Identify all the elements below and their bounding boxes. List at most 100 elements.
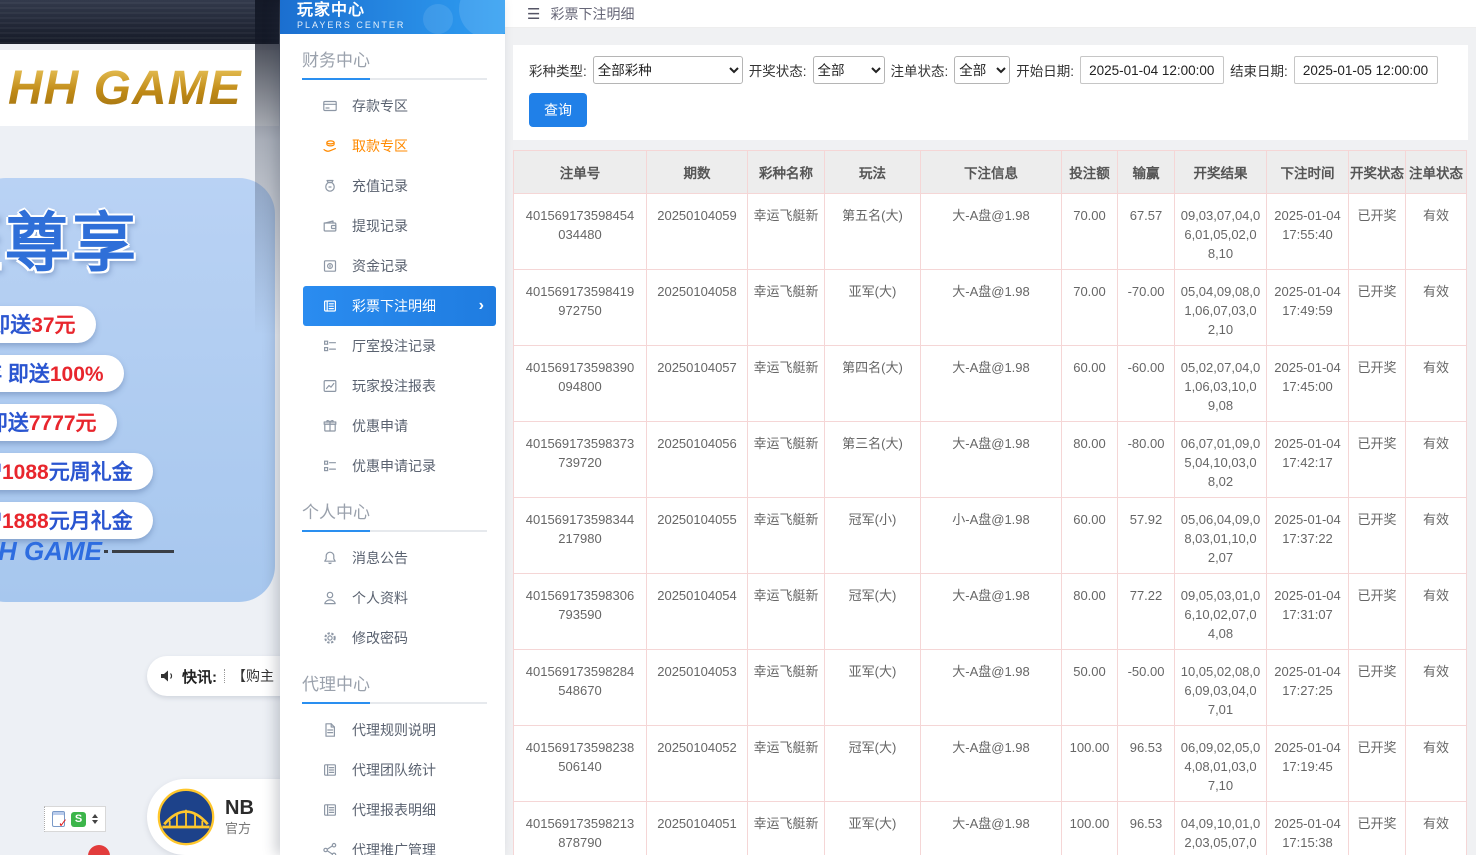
- sidebar-item-label: 玩家投注报表: [352, 376, 436, 396]
- sidebar-item[interactable]: 个人资料: [280, 578, 505, 618]
- table-cell: 大-A盘@1.98: [921, 650, 1062, 726]
- table-cell: 60.00: [1062, 498, 1118, 574]
- filter-panel: 彩种类型: 全部彩种 开奖状态: 全部 注单状态: 全部 开始日期: 结束日期:…: [513, 45, 1468, 140]
- section-title: 财务中心: [302, 46, 487, 80]
- sidebar-item[interactable]: 资金记录: [280, 246, 505, 286]
- sidebar-item[interactable]: 充值记录: [280, 166, 505, 206]
- bell-icon: [322, 550, 338, 566]
- table-cell: 20250104053: [647, 650, 748, 726]
- drawer-header: 玩家中心 PLAYERS CENTER: [280, 0, 505, 34]
- bets-table-wrap: 注单号 期数 彩种名称 玩法 下注信息 投注额 输赢 开奖结果 下注时间 开奖状…: [513, 150, 1468, 855]
- table-cell: 小-A盘@1.98: [921, 498, 1062, 574]
- sidebar-item-label: 优惠申请: [352, 416, 408, 436]
- sidebar-item[interactable]: 厅室投注记录: [280, 326, 505, 366]
- col-header: 期数: [647, 151, 748, 194]
- note-check-icon[interactable]: [52, 811, 65, 827]
- table-cell: 70.00: [1062, 194, 1118, 270]
- table-header: 注单号 期数 彩种名称 玩法 下注信息 投注额 输赢 开奖结果 下注时间 开奖状…: [514, 151, 1467, 194]
- table-cell: 亚军(大): [825, 802, 921, 855]
- promo-footer-logo: H GAME: [0, 536, 174, 567]
- sidebar-item[interactable]: 存款专区: [280, 86, 505, 126]
- table-cell: 20250104052: [647, 726, 748, 802]
- table-cell: 第三名(大): [825, 422, 921, 498]
- table-cell: 401569173598344217980: [514, 498, 647, 574]
- browser-extension-toolbar: S: [44, 806, 106, 832]
- order-status-select[interactable]: 全部: [954, 56, 1010, 84]
- table-cell: 401569173598213878790: [514, 802, 647, 855]
- withdraw-hand-icon: [322, 138, 338, 154]
- lottery-type-select[interactable]: 全部彩种: [593, 56, 743, 84]
- table-cell: 第四名(大): [825, 346, 921, 422]
- col-header: 开奖状态: [1349, 151, 1406, 194]
- speaker-icon: [159, 668, 175, 684]
- start-date-input[interactable]: [1080, 56, 1224, 84]
- table-cell: 2025-01-04 17:31:07: [1267, 574, 1349, 650]
- section-title: 代理中心: [302, 670, 487, 704]
- menu-item-list: 存款专区取款专区充值记录提现记录资金记录彩票下注明细›厅室投注记录玩家投注报表优…: [280, 86, 505, 486]
- table-cell: 已开奖: [1349, 498, 1406, 574]
- table-cell: 已开奖: [1349, 422, 1406, 498]
- table-row: 40156917359828454867020250104053幸运飞艇新亚军(…: [514, 650, 1467, 726]
- table-cell: 401569173598238506140: [514, 726, 647, 802]
- sidebar-item-label: 代理推广管理: [352, 840, 436, 855]
- menu-section-personal: 个人中心 消息公告个人资料修改密码: [280, 498, 505, 658]
- sidebar-item[interactable]: 修改密码: [280, 618, 505, 658]
- menu-section-finance: 财务中心 存款专区取款专区充值记录提现记录资金记录彩票下注明细›厅室投注记录玩家…: [280, 46, 505, 486]
- table-cell: 已开奖: [1349, 726, 1406, 802]
- basketball-team-logo: [157, 788, 215, 846]
- end-date-label: 结束日期:: [1230, 60, 1288, 80]
- team-card-text: NB 官方: [225, 796, 254, 838]
- sidebar-item-label: 代理规则说明: [352, 720, 436, 740]
- table-cell: 2025-01-04 17:49:59: [1267, 270, 1349, 346]
- sidebar-item[interactable]: 彩票下注明细›: [303, 286, 496, 326]
- table-cell: 大-A盘@1.98: [921, 194, 1062, 270]
- lottery-type-label: 彩种类型:: [529, 60, 587, 80]
- table-cell: 401569173598373739720: [514, 422, 647, 498]
- sidebar-item[interactable]: 代理团队统计: [280, 750, 505, 790]
- table-cell: 2025-01-04 17:19:45: [1267, 726, 1349, 802]
- sidebar-item-label: 取款专区: [352, 136, 408, 156]
- green-s-icon[interactable]: S: [71, 812, 86, 827]
- sidebar-item[interactable]: 玩家投注报表: [280, 366, 505, 406]
- table-cell: 冠军(大): [825, 726, 921, 802]
- mini-arrows-icon[interactable]: [92, 814, 98, 824]
- table-cell: 50.00: [1062, 650, 1118, 726]
- sidebar-item-label: 个人资料: [352, 588, 408, 608]
- col-header: 输赢: [1118, 151, 1175, 194]
- sidebar-item[interactable]: 提现记录: [280, 206, 505, 246]
- sidebar-item-label: 修改密码: [352, 628, 408, 648]
- table-cell: 57.92: [1118, 498, 1175, 574]
- menu-toggle-icon[interactable]: ☰: [527, 5, 540, 23]
- sidebar-item[interactable]: 取款专区: [280, 126, 505, 166]
- sidebar-item[interactable]: 优惠申请: [280, 406, 505, 446]
- lottery-detail-icon: [322, 298, 338, 314]
- table-cell: 80.00: [1062, 422, 1118, 498]
- promo-headline: 至尊享: [0, 192, 139, 284]
- table-cell: 401569173598284548670: [514, 650, 647, 726]
- promo-pill: 投注 即送7777元: [0, 404, 117, 441]
- search-button[interactable]: 查询: [529, 93, 587, 127]
- content-topbar: ☰ 彩票下注明细: [505, 0, 1476, 28]
- table-cell: 09,05,03,01,06,10,02,07,04,08: [1175, 574, 1267, 650]
- sidebar-item[interactable]: 代理报表明细: [280, 790, 505, 830]
- bets-table: 注单号 期数 彩种名称 玩法 下注信息 投注额 输赢 开奖结果 下注时间 开奖状…: [513, 150, 1467, 855]
- end-date-input[interactable]: [1294, 56, 1438, 84]
- sidebar-item[interactable]: 代理规则说明: [280, 710, 505, 750]
- sidebar-item-label: 代理报表明细: [352, 800, 436, 820]
- ticker-label: 快讯:: [182, 666, 217, 687]
- table-cell: 大-A盘@1.98: [921, 802, 1062, 855]
- deposit-card-icon: [322, 98, 338, 114]
- draw-status-select[interactable]: 全部: [813, 56, 885, 84]
- table-cell: 60.00: [1062, 346, 1118, 422]
- sidebar-item[interactable]: 优惠申请记录: [280, 446, 505, 486]
- divider: [224, 669, 225, 683]
- table-cell: 2025-01-04 17:42:17: [1267, 422, 1349, 498]
- table-cell: 有效: [1406, 802, 1467, 855]
- table-cell: 77.22: [1118, 574, 1175, 650]
- sidebar-item[interactable]: 消息公告: [280, 538, 505, 578]
- menu-item-list: 代理规则说明代理团队统计代理报表明细代理推广管理: [280, 710, 505, 855]
- table-cell: -80.00: [1118, 422, 1175, 498]
- table-cell: 有效: [1406, 498, 1467, 574]
- sidebar-item[interactable]: 代理推广管理: [280, 830, 505, 855]
- main-content: ☰ 彩票下注明细 彩种类型: 全部彩种 开奖状态: 全部 注单状态: 全部 开始…: [505, 0, 1476, 855]
